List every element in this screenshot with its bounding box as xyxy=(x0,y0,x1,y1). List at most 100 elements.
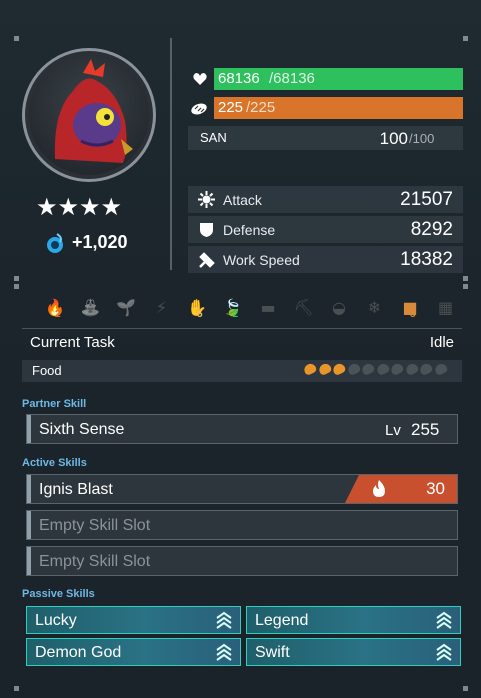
passive-skill-name: Swift xyxy=(255,644,290,661)
work-level: 5 xyxy=(410,309,416,320)
rank-up-icon xyxy=(436,611,452,629)
partner-skill-level-value: 255 xyxy=(411,420,440,439)
star-icon: ★ xyxy=(36,194,58,221)
corner-marker xyxy=(14,686,19,691)
food-filled-icon xyxy=(302,361,318,377)
soul-icon xyxy=(47,233,63,253)
passive-skill[interactable]: Swift xyxy=(246,638,461,666)
work-speed-value: 18382 xyxy=(400,249,453,270)
hunger-max: /225 xyxy=(246,99,276,116)
active-skill-name: Ignis Blast xyxy=(39,481,113,498)
attack-icon xyxy=(198,191,215,208)
skill-power-value: 30 xyxy=(426,479,445,498)
work-level: 2 xyxy=(232,309,239,320)
food-meter xyxy=(302,361,454,378)
corner-marker xyxy=(463,36,468,41)
passive-skill-name: Demon God xyxy=(35,644,122,661)
partner-skill-name: Sixth Sense xyxy=(39,421,125,438)
defense-label: Defense xyxy=(223,222,276,238)
empty-skill-slot-label: Empty Skill Slot xyxy=(39,517,151,534)
san-current: 100 xyxy=(379,129,408,148)
attack-row: Attack 21507 xyxy=(188,186,463,213)
pal-portrait xyxy=(22,48,156,182)
passive-skill[interactable]: Legend xyxy=(246,606,461,634)
food-empty-icon xyxy=(374,361,391,377)
shield-icon xyxy=(200,223,213,237)
hunger-bar: 225 /225 xyxy=(188,97,463,119)
passive-skill[interactable]: Lucky xyxy=(26,606,241,634)
slot-accent xyxy=(27,547,31,575)
soul-value: +1,020 xyxy=(72,232,128,252)
watering-icon: ⛲ xyxy=(80,298,101,317)
panel-divider xyxy=(170,38,172,270)
hunger-current: 225 xyxy=(218,99,244,116)
slot-accent xyxy=(27,511,31,539)
passive-skill[interactable]: Demon God xyxy=(26,638,241,666)
food-empty-icon xyxy=(345,361,362,377)
slot-accent xyxy=(27,415,31,443)
work-speed-icon xyxy=(199,252,215,268)
attack-label: Attack xyxy=(223,192,262,208)
corner-marker xyxy=(463,686,468,691)
star-icon: ★ xyxy=(57,194,80,221)
farming-icon: ▦ xyxy=(437,298,454,317)
electricity-icon: ⚡ xyxy=(155,298,168,317)
corner-marker xyxy=(463,284,468,289)
corner-marker xyxy=(14,36,19,41)
food-empty-icon xyxy=(360,361,376,377)
partner-skill-title: Partner Skill xyxy=(22,398,87,410)
pal-avatar-image xyxy=(54,59,133,163)
slot-accent xyxy=(27,475,31,503)
empty-skill-slot[interactable]: Empty Skill Slot xyxy=(26,510,458,540)
rank-up-icon xyxy=(216,643,232,661)
defense-row: Defense 8292 xyxy=(188,216,463,243)
mining-icon: ⛏ xyxy=(293,298,314,317)
hp-max: /68136 xyxy=(269,70,315,87)
empty-skill-slot[interactable]: Empty Skill Slot xyxy=(26,546,458,576)
soul-indicator: +1,020 xyxy=(44,230,154,256)
hp-bar: 68136 /68136 xyxy=(188,68,463,90)
skill-power-badge: 30 xyxy=(345,475,457,503)
hp-current: 68136 xyxy=(218,70,260,87)
passive-skills-title: Passive Skills xyxy=(22,588,95,600)
food-empty-icon xyxy=(432,361,449,377)
current-task-value: Idle xyxy=(429,334,454,351)
san-row: SAN 100 /100 xyxy=(188,126,463,150)
medicine-icon: ◒ xyxy=(332,298,346,317)
food-filled-icon xyxy=(316,361,333,377)
corner-marker xyxy=(463,276,468,281)
rank-up-icon xyxy=(436,643,452,661)
active-skill-slot[interactable]: Ignis Blast 30 xyxy=(26,474,458,504)
san-max: /100 xyxy=(409,131,435,146)
active-skills-title: Active Skills xyxy=(22,457,87,469)
fire-icon xyxy=(373,480,385,497)
empty-skill-slot-label: Empty Skill Slot xyxy=(39,553,151,570)
passive-skill-name: Legend xyxy=(255,612,309,629)
partner-skill-slot[interactable]: Sixth Sense Lv 255 xyxy=(26,414,458,444)
corner-marker xyxy=(14,284,19,289)
star-icon: ★ xyxy=(100,194,123,221)
food-empty-icon xyxy=(418,361,434,377)
food-row: Food xyxy=(22,360,462,382)
cooling-icon: ❄ xyxy=(367,298,382,317)
divider-line xyxy=(22,328,462,329)
work-speed-row: Work Speed 18382 xyxy=(188,246,463,273)
san-label: SAN xyxy=(200,130,227,145)
work-level: 2 xyxy=(55,309,61,320)
bread-icon xyxy=(191,103,207,115)
corner-marker xyxy=(14,276,19,281)
current-task-label: Current Task xyxy=(30,334,115,351)
current-task-row: Current Task Idle xyxy=(22,330,462,356)
attack-value: 21507 xyxy=(400,189,453,210)
defense-value: 8292 xyxy=(410,219,453,240)
rank-stars: ★★★★ xyxy=(36,196,136,220)
passive-skill-name: Lucky xyxy=(35,612,77,629)
partner-skill-level-label: Lv xyxy=(385,422,401,439)
lumbering-icon: ▬ xyxy=(260,298,276,317)
heart-icon xyxy=(193,73,207,85)
food-filled-icon xyxy=(331,361,347,377)
planting-icon: 🌱 xyxy=(116,298,136,317)
food-label: Food xyxy=(32,363,62,378)
food-empty-icon xyxy=(403,361,420,377)
rank-up-icon xyxy=(216,611,232,629)
